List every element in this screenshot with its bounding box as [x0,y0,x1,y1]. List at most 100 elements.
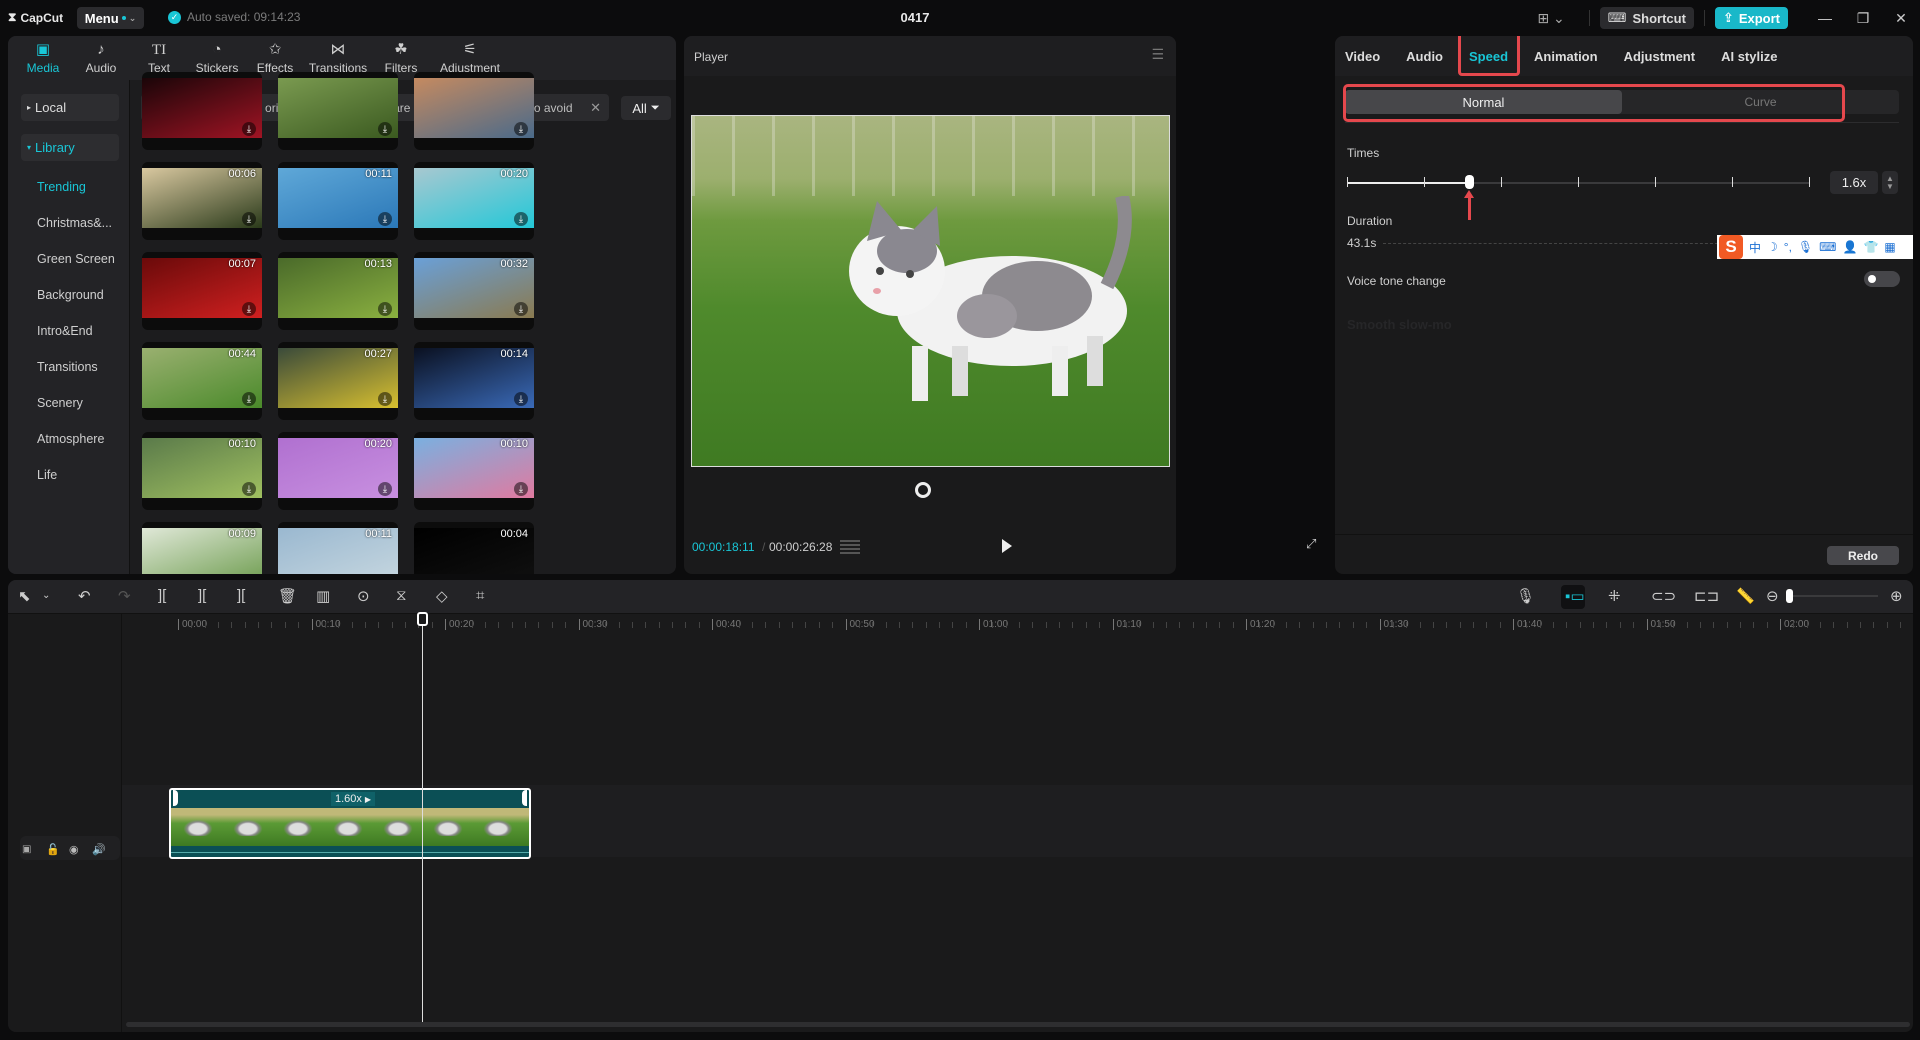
speed-stepper[interactable]: ▲ ▼ [1882,171,1898,194]
keyboard-icon[interactable]: ⌨ [1819,240,1836,254]
preview-axis-icon[interactable]: ⊏⊐ [1694,587,1719,605]
sogou-logo-icon[interactable]: S [1719,235,1743,259]
download-icon[interactable]: ⤓ [378,302,392,316]
slider-knob[interactable] [1464,175,1474,189]
sidebar-item-intro-end[interactable]: Intro&End [37,324,93,338]
punctuation-icon[interactable]: °, [1784,240,1792,254]
media-thumbnail[interactable]: 00:10 ⤓ [142,432,262,510]
media-thumbnail[interactable]: 00:14 ⤓ [414,342,534,420]
chinese-mode-icon[interactable]: 中 [1749,239,1761,256]
minimize-icon[interactable]: — [1806,10,1844,26]
redo-button[interactable]: Redo [1827,546,1899,565]
magnet-icon[interactable]: ▪▭ [1565,587,1585,605]
mirror-icon[interactable]: ⧖ [396,587,407,604]
download-icon[interactable]: ⤓ [242,302,256,316]
media-thumbnail[interactable]: ⤓ [278,72,398,150]
duration-slider[interactable] [1383,243,1723,244]
grid-icon[interactable]: ▦ [1884,240,1895,254]
sidebar-item-green-screen[interactable]: Green Screen [37,252,115,266]
clip-trim-left-handle[interactable] [173,790,178,806]
video-preview[interactable] [691,115,1170,467]
download-icon[interactable]: ⤓ [242,122,256,136]
moon-icon[interactable]: ☽ [1767,240,1778,254]
tab-adjustment[interactable]: Adjustment [1624,49,1696,64]
download-icon[interactable]: ⤓ [242,392,256,406]
download-icon[interactable]: ⤓ [378,482,392,496]
close-icon[interactable]: ✕ [1882,10,1920,27]
media-thumbnail[interactable]: ⤓ [142,72,262,150]
media-thumbnail[interactable]: 00:10 ⤓ [414,432,534,510]
filter-all-button[interactable]: All ⏷ [621,96,671,120]
zoom-slider-knob[interactable] [1786,589,1793,603]
video-clip[interactable]: 1.60x ▶ [169,788,531,859]
sidebar-library[interactable]: ▾ Library [21,134,119,161]
sidebar-item-life[interactable]: Life [37,468,57,482]
download-icon[interactable]: ⤓ [242,212,256,226]
timeline-ruler[interactable]: 00:00 00:10 00:20 00:30 00:40 00:50 01:00 01:10… [122,614,1913,638]
close-notice-icon[interactable]: ✕ [590,100,601,116]
delete-icon[interactable]: 🗑 [278,587,297,605]
sidebar-item-trending[interactable]: Trending [37,180,86,194]
media-thumbnail[interactable]: 00:11 [278,522,398,574]
maximize-icon[interactable]: ❐ [1844,10,1882,27]
media-thumbnail[interactable]: 00:20 ⤓ [278,432,398,510]
undo-icon[interactable]: ↶ [78,587,91,605]
timeline-scrollbar[interactable] [126,1022,1910,1027]
play-icon[interactable] [1002,539,1012,553]
playhead-handle[interactable] [417,612,428,626]
rotate-icon[interactable]: ◇ [436,587,448,605]
skin-icon[interactable]: 👕 [1863,240,1878,254]
volume-icon[interactable]: 🔊 [92,843,106,856]
zoom-in-icon[interactable]: ⊕ [1890,587,1903,605]
zoom-out-icon[interactable]: ⊖ [1766,587,1779,605]
voice-tone-toggle[interactable] [1864,271,1900,287]
media-thumbnail[interactable]: ⤓ [414,72,534,150]
media-thumbnail[interactable]: 00:13 ⤓ [278,252,398,330]
download-icon[interactable]: ⤓ [514,302,528,316]
split-icon[interactable]: ][ [158,587,166,604]
fullscreen-icon[interactable]: ⤢ [1306,536,1316,552]
download-icon[interactable]: ⤓ [378,392,392,406]
freeze-icon[interactable]: ▥ [316,587,330,605]
rotate-handle-icon[interactable] [915,482,931,498]
link-icon[interactable]: ⊂⊃ [1651,587,1676,605]
timecode-grid-icon[interactable] [840,540,860,554]
eye-icon[interactable]: ◉ [69,843,79,856]
media-thumbnail[interactable]: 00:06 ⤓ [142,162,262,240]
media-thumbnail[interactable]: 00:20 ⤓ [414,162,534,240]
track-video-icon[interactable]: ▣ [22,844,31,855]
download-icon[interactable]: ⤓ [514,482,528,496]
split-right-icon[interactable]: ][ [237,587,245,604]
media-thumbnail[interactable]: 00:27 ⤓ [278,342,398,420]
tab-animation[interactable]: Animation [1534,49,1598,64]
ruler-zoom-icon[interactable]: 📏 [1736,587,1755,605]
user-icon[interactable]: 👤 [1842,240,1857,254]
download-icon[interactable]: ⤓ [514,392,528,406]
speed-slider[interactable] [1347,175,1810,189]
sidebar-item-transitions[interactable]: Transitions [37,360,98,374]
tab-ai-stylize[interactable]: AI stylize [1721,49,1777,64]
sidebar-local[interactable]: ▸ Local [21,94,119,121]
download-icon[interactable]: ⤓ [514,122,528,136]
timeline-zoom-slider[interactable] [1788,595,1878,597]
clip-trim-right-handle[interactable] [522,790,527,806]
tab-media[interactable]: ▣ Media [14,36,72,80]
microphone-icon[interactable]: 🎙 [1516,587,1535,605]
download-icon[interactable]: ⤓ [378,122,392,136]
download-icon[interactable]: ⤓ [242,482,256,496]
sidebar-item-background[interactable]: Background [37,288,104,302]
media-thumbnail[interactable]: 00:32 ⤓ [414,252,534,330]
speed-value-field[interactable]: 1.6x [1830,171,1878,194]
media-thumbnail[interactable]: 00:04 [414,522,534,574]
hamburger-menu-icon[interactable]: ☰ [1151,46,1164,63]
split-left-icon[interactable]: ][ [198,587,206,604]
sidebar-item-atmosphere[interactable]: Atmosphere [37,432,104,446]
select-tool-icon[interactable]: ⬉ [18,587,31,605]
sidebar-item-scenery[interactable]: Scenery [37,396,83,410]
layout-icon[interactable]: ⊞ ⌄ [1537,10,1564,27]
export-button[interactable]: ⇪ Export [1714,7,1788,29]
playhead[interactable] [422,614,423,1022]
speed-icon[interactable]: ⊙ [357,587,370,605]
media-thumbnail[interactable]: 00:07 ⤓ [142,252,262,330]
microphone-icon[interactable]: 🎙 [1798,240,1813,254]
